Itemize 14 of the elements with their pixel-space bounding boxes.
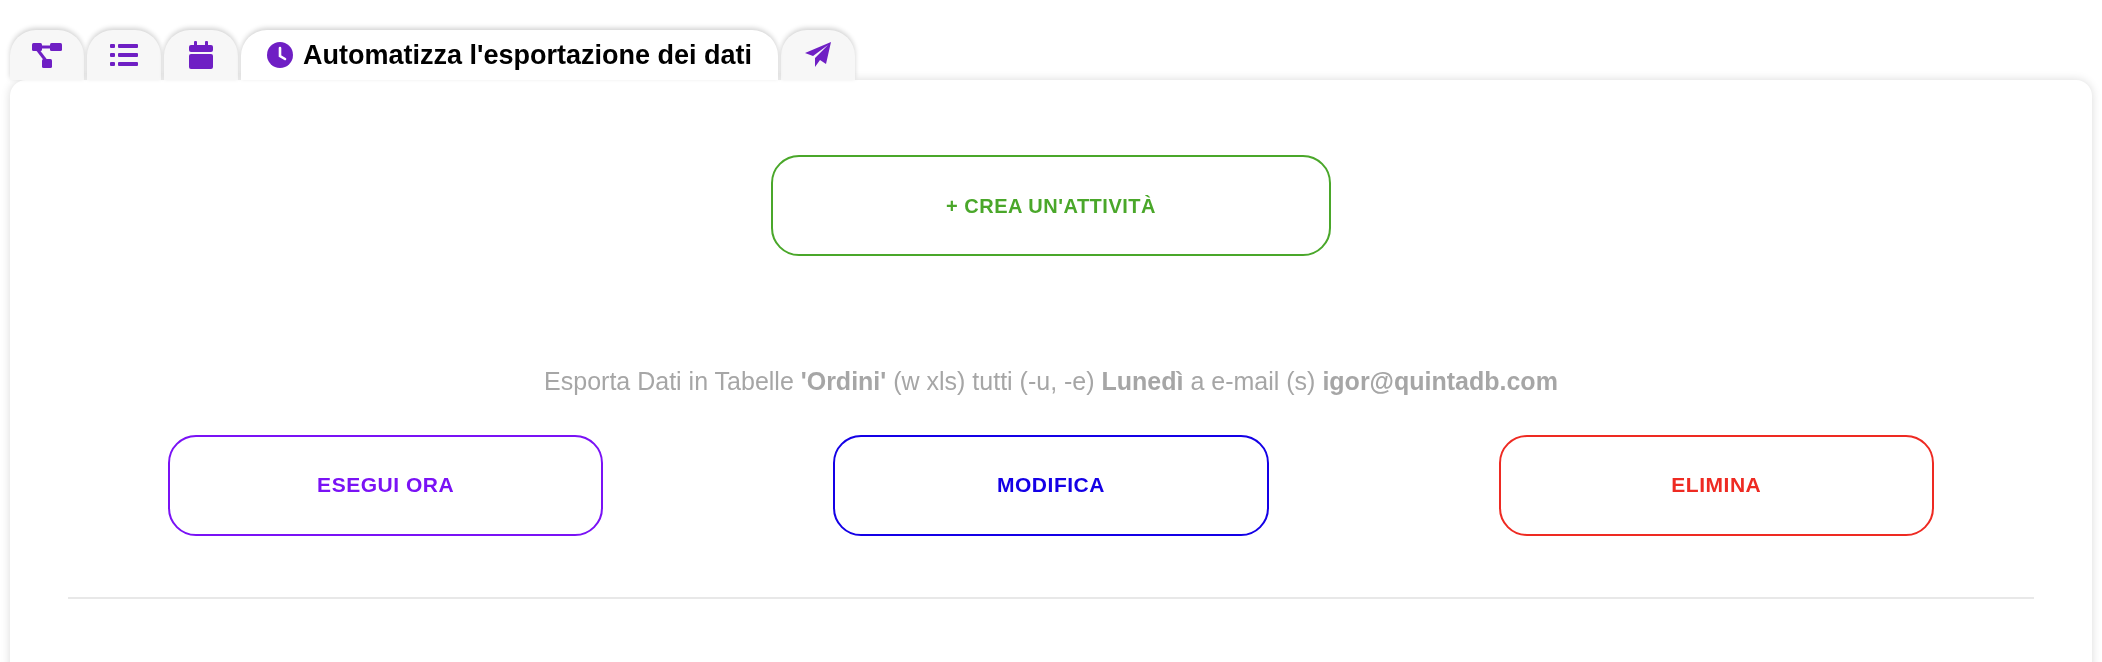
- diagram-icon: [32, 41, 62, 69]
- tab[interactable]: [87, 30, 161, 80]
- tab[interactable]: Automatizza l'esportazione dei dati: [241, 30, 778, 80]
- task-description: Esporta Dati in Tabelle 'Ordini' (w xls) tutti (-u, -e) Lunedì a e-mail (s) igor@quintadb.com: [544, 366, 1558, 397]
- send-icon: [804, 41, 832, 69]
- calendar-icon: [189, 41, 213, 69]
- list-icon: [110, 43, 138, 67]
- clock-icon: [267, 42, 293, 68]
- tab[interactable]: [781, 30, 855, 80]
- action-button[interactable]: ESEGUI ORA: [168, 434, 604, 536]
- action-button[interactable]: ELIMINA: [1498, 434, 1934, 536]
- action-button[interactable]: MODIFICA: [833, 434, 1269, 536]
- tab[interactable]: [10, 30, 84, 80]
- tab[interactable]: [164, 30, 238, 80]
